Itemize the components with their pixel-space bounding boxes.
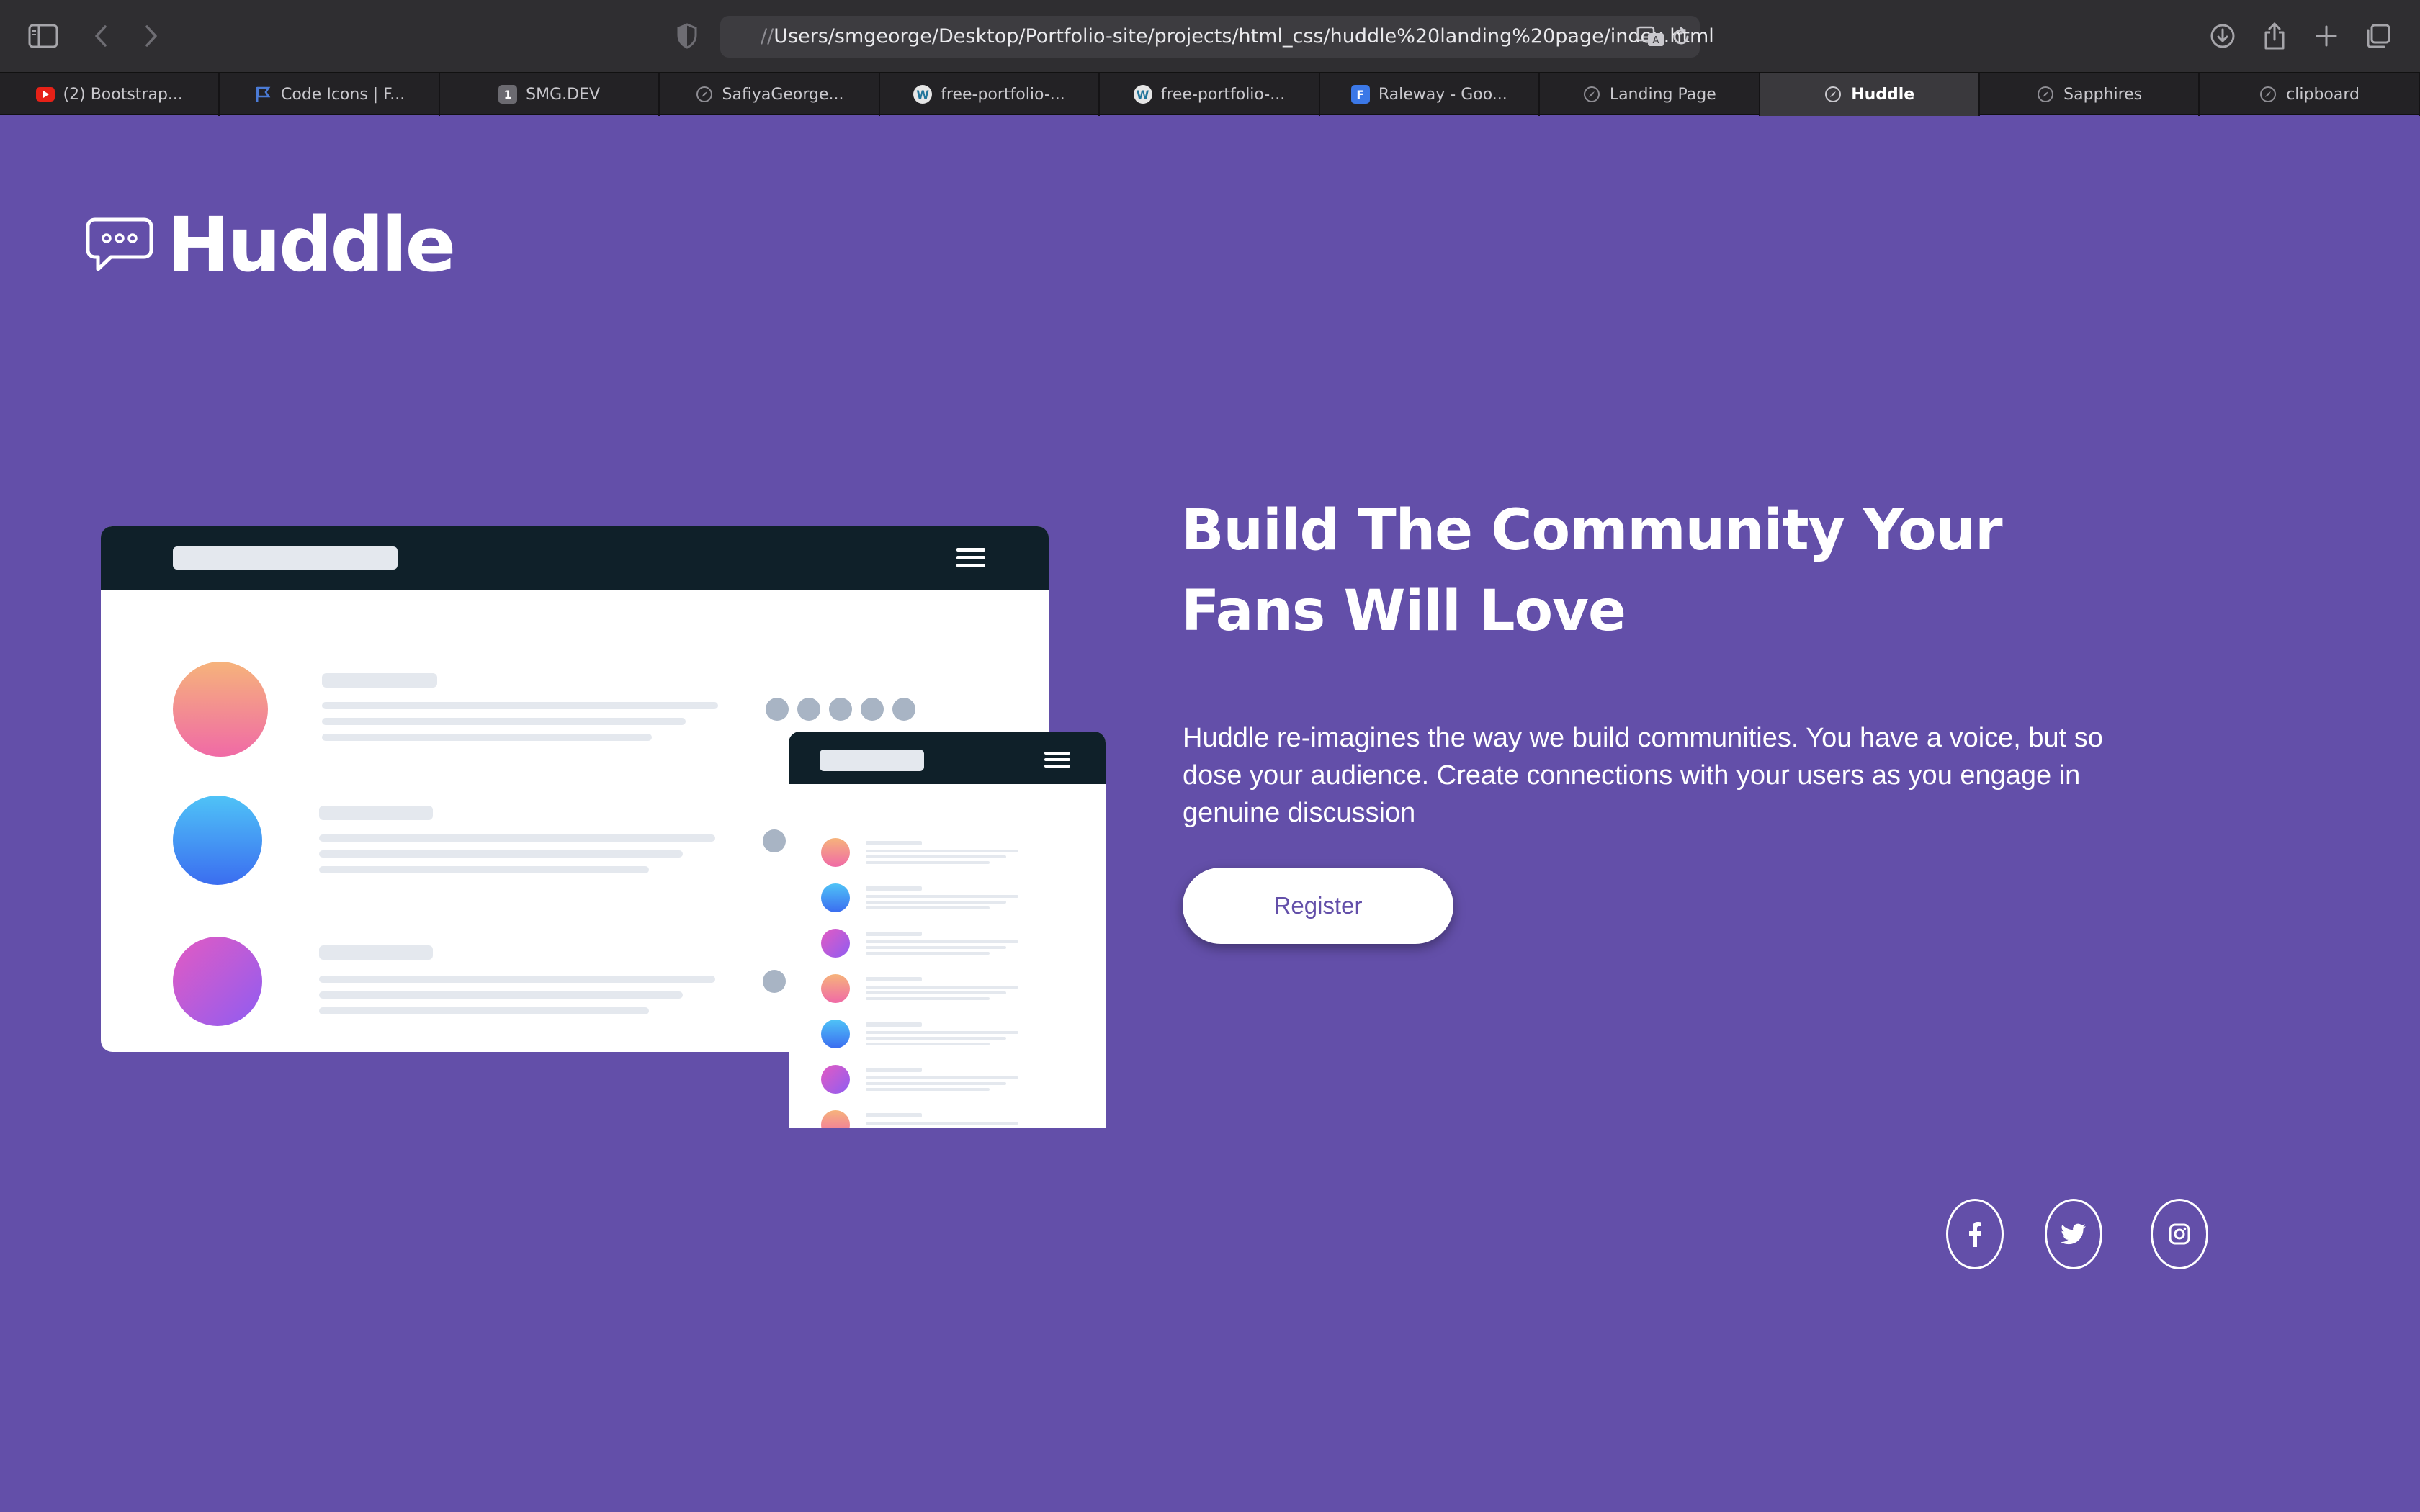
chat-bubble-logo-icon	[86, 217, 153, 271]
share-icon[interactable]	[2257, 19, 2292, 53]
compass-icon	[1824, 85, 1842, 104]
reload-icon[interactable]	[1664, 19, 1698, 54]
browser-tab[interactable]: Landing Page	[1540, 73, 1760, 116]
facebook-icon	[1969, 1222, 1981, 1247]
browser-tab-label: Sapphires	[2063, 85, 2143, 104]
compass-icon	[1582, 85, 1601, 104]
browser-tab-label: Landing Page	[1609, 85, 1716, 104]
translate-icon[interactable]: A	[1634, 19, 1668, 54]
hero-title: Build The Community Your Fans Will Love	[1181, 498, 2003, 644]
address-bar[interactable]: //Users/smgeorge/Desktop/Portfolio-site/…	[720, 16, 1714, 58]
forward-icon[interactable]	[134, 19, 169, 53]
compass-icon	[2259, 85, 2277, 104]
tab-bar: (2) Bootstrap... Code Icons | F... 1 SMG.DE…	[0, 72, 2420, 116]
register-button[interactable]: Register	[1183, 868, 1453, 944]
browser-tab-label: free-portfolio-...	[941, 85, 1065, 104]
number-one-icon: 1	[498, 85, 518, 104]
mobile-mockup	[789, 732, 1106, 1128]
browser-tab-label: clipboard	[2286, 85, 2360, 104]
browser-tab[interactable]: clipboard	[2200, 73, 2420, 116]
browser-tab[interactable]: SafiyaGeorge...	[660, 73, 880, 116]
sidebar-toggle-icon[interactable]	[26, 19, 60, 53]
hero-description: Huddle re-imagines the way we build comm…	[1183, 723, 2103, 828]
logo-text: Huddle	[167, 201, 456, 289]
browser-tab-label: Raleway - Goo...	[1378, 85, 1507, 104]
tab-overview-icon[interactable]	[2361, 19, 2396, 53]
browser-tab[interactable]: Huddle	[1760, 73, 1980, 116]
browser-tab[interactable]: (2) Bootstrap...	[0, 73, 220, 116]
instagram-link[interactable]	[2151, 1199, 2208, 1269]
compass-icon	[695, 85, 714, 104]
browser-tab[interactable]: Wfree-portfolio-...	[1100, 73, 1320, 116]
new-tab-icon[interactable]	[2309, 19, 2344, 53]
compass-icon	[2036, 85, 2055, 104]
browser-tab[interactable]: Sapphires	[1980, 73, 2200, 116]
twitter-link[interactable]	[2045, 1199, 2102, 1269]
hero-mockup-illustration	[101, 526, 1106, 1128]
instagram-icon	[2169, 1223, 2190, 1245]
wordpress-icon: W	[913, 85, 933, 104]
flag-icon	[254, 85, 272, 104]
svg-text:A: A	[1653, 35, 1659, 46]
browser-tab-label: Code Icons | F...	[281, 85, 405, 104]
url-text[interactable]: //Users/smgeorge/Desktop/Portfolio-site/…	[761, 16, 1714, 58]
downloads-icon[interactable]	[2205, 19, 2240, 53]
browser-tab-label: free-portfolio-...	[1160, 85, 1286, 104]
privacy-shield-icon[interactable]	[670, 19, 704, 53]
browser-tab[interactable]: 1 SMG.DEV	[440, 73, 660, 116]
twitter-icon	[2061, 1223, 2086, 1245]
browser-tab-label: Huddle	[1851, 85, 1915, 104]
url-value: Users/smgeorge/Desktop/Portfolio-site/pr…	[774, 25, 1714, 48]
browser-tab[interactable]: Wfree-portfolio-...	[880, 73, 1101, 116]
font-f-icon: F	[1350, 85, 1370, 104]
facebook-link[interactable]	[1946, 1199, 2004, 1269]
browser-tab-label: SafiyaGeorge...	[722, 85, 844, 104]
logo[interactable]: Huddle	[85, 201, 456, 289]
landing-page: Huddle Build The Community Your Fans Wil…	[0, 116, 2420, 1512]
youtube-icon	[35, 87, 55, 102]
wordpress-icon: W	[1133, 85, 1152, 104]
browser-tab-label: (2) Bootstrap...	[63, 85, 183, 104]
back-icon[interactable]	[84, 19, 118, 53]
browser-toolbar: //Users/smgeorge/Desktop/Portfolio-site/…	[0, 0, 2420, 72]
browser-tab[interactable]: Code Icons | F...	[220, 73, 440, 116]
browser-tab[interactable]: F Raleway - Goo...	[1320, 73, 1541, 116]
browser-tab-label: SMG.DEV	[526, 85, 601, 104]
